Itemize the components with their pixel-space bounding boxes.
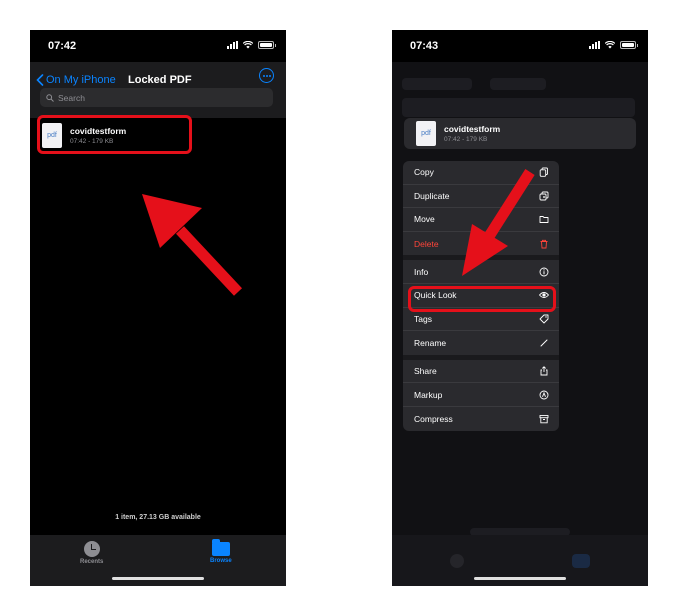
tab-recents-label: Recents xyxy=(80,559,104,565)
tab-browse[interactable]: Browse xyxy=(210,539,232,564)
clock-icon xyxy=(83,541,100,557)
tab-browse-label: Browse xyxy=(210,558,232,564)
phone-screen-context-menu: 07:43 pdf covidtestform 07:42 - 179 KB C… xyxy=(392,30,648,586)
tab-recents[interactable]: Recents xyxy=(80,541,103,565)
home-indicator xyxy=(474,577,566,580)
home-indicator xyxy=(112,577,204,580)
folder-icon xyxy=(211,539,230,556)
storage-summary: 1 item, 27.13 GB available xyxy=(115,514,201,521)
phone-screen-files-browse: 07:42 On My iPhone Locked PDF Search pdf… xyxy=(30,30,286,586)
annotation-arrow xyxy=(142,194,243,296)
annotation-arrow xyxy=(462,169,535,276)
